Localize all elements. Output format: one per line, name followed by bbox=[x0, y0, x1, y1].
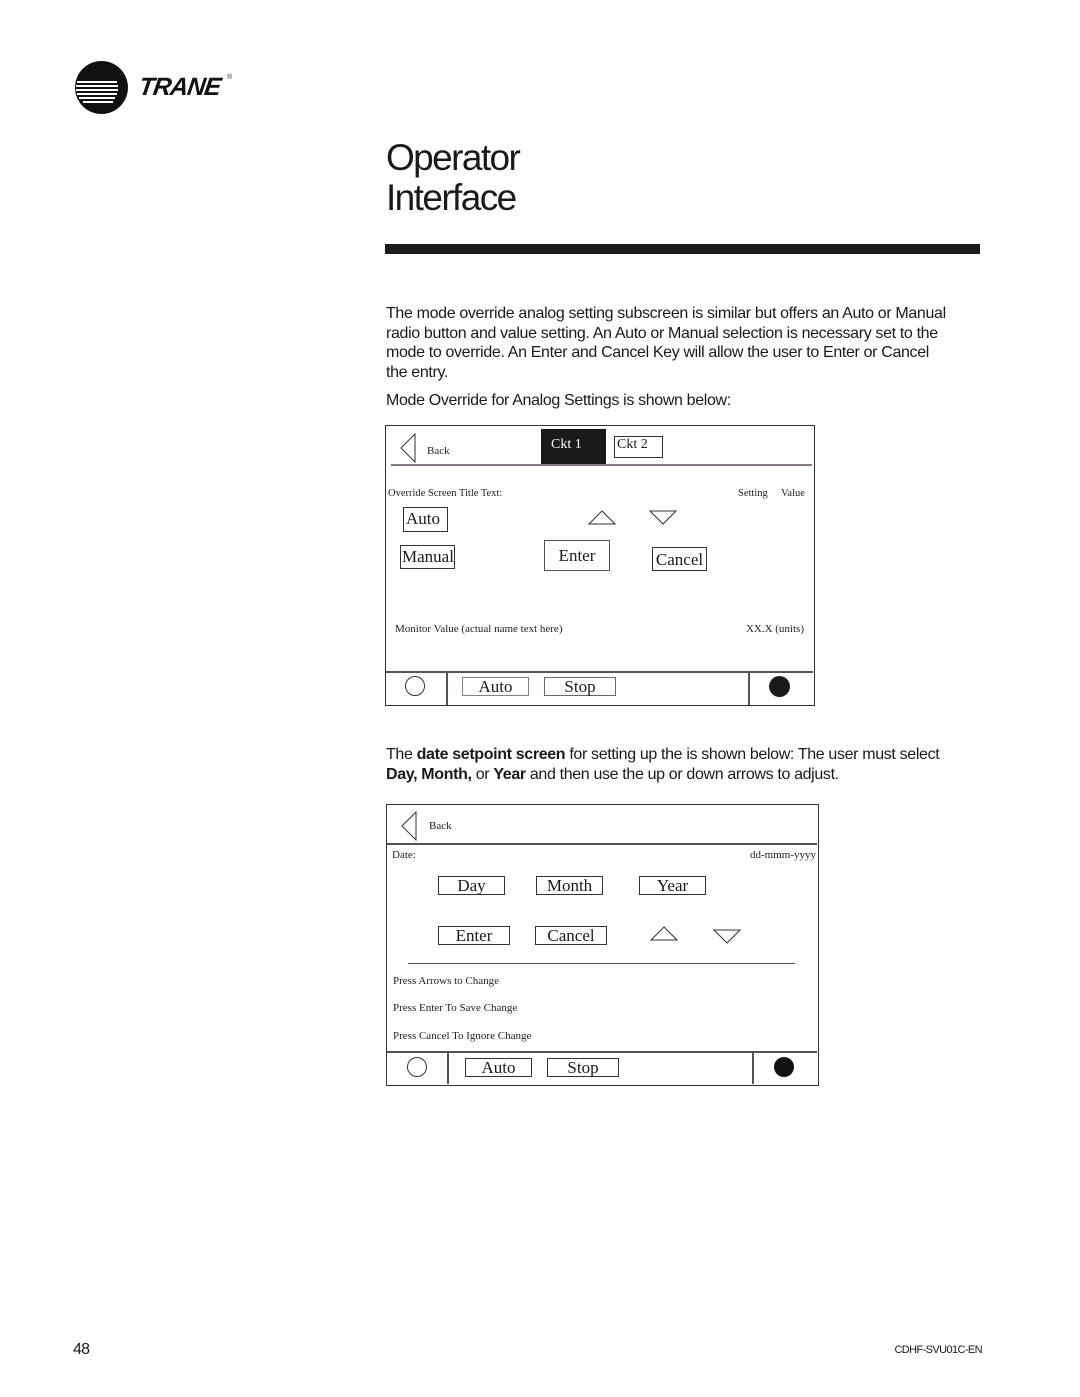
document-code: CDHF-SVU01C-EN bbox=[894, 1344, 982, 1356]
date-text-suffix: and then use the up or down arrows to ad… bbox=[525, 765, 839, 783]
date-text-bold-screen: date setpoint screen bbox=[416, 746, 566, 763]
auto-radio-button[interactable]: Auto bbox=[403, 507, 448, 532]
up-arrow-button[interactable] bbox=[588, 510, 616, 526]
tab-ckt2[interactable]: Ckt 2 bbox=[614, 436, 663, 458]
mode-override-screen: Back Ckt 1 Ckt 2 Override Screen Title T… bbox=[385, 425, 815, 706]
instruction-arrows: Press Arrows to Change bbox=[393, 975, 500, 987]
page-title-line1: Operator bbox=[386, 137, 521, 178]
date-label: Date: bbox=[392, 849, 416, 861]
date-section-paragraph: The date setpoint screen for setting up … bbox=[386, 745, 966, 784]
override-title: Override Screen Title Text: bbox=[388, 488, 503, 499]
back-label[interactable]: Back bbox=[427, 445, 450, 457]
down-arrow-icon bbox=[649, 510, 677, 525]
filled-circle-icon[interactable] bbox=[769, 676, 790, 697]
date-text-mid2: or bbox=[471, 765, 494, 783]
enter-button[interactable]: Enter bbox=[544, 540, 610, 571]
monitor-value: XX.X (units) bbox=[745, 623, 804, 635]
header-divider bbox=[387, 843, 817, 845]
cancel-button[interactable]: Cancel bbox=[535, 926, 607, 945]
up-arrow-icon bbox=[588, 510, 616, 525]
manual-radio-button[interactable]: Manual bbox=[400, 545, 455, 569]
setting-label: Setting bbox=[738, 488, 768, 499]
filled-circle-icon[interactable] bbox=[774, 1057, 794, 1077]
instruction-cancel: Press Cancel To Ignore Change bbox=[393, 1030, 532, 1042]
up-arrow-icon bbox=[650, 926, 678, 941]
footer-separator-right bbox=[748, 671, 750, 705]
footer-separator-left bbox=[447, 1051, 449, 1084]
date-text-prefix: The bbox=[386, 746, 417, 763]
footer-auto-button[interactable]: Auto bbox=[465, 1058, 532, 1077]
date-text-bold-daymonth: Day, Month, bbox=[386, 765, 472, 783]
empty-circle-icon[interactable] bbox=[405, 676, 425, 696]
empty-circle-icon[interactable] bbox=[407, 1057, 427, 1077]
down-arrow-button[interactable] bbox=[713, 929, 741, 945]
footer-separator-left bbox=[446, 671, 448, 705]
date-format: dd-mmm-yyyy bbox=[750, 849, 816, 861]
page-number: 48 bbox=[73, 1341, 90, 1358]
back-button[interactable] bbox=[400, 433, 416, 463]
tab-ckt1[interactable]: Ckt 1 bbox=[541, 429, 606, 465]
header-divider bbox=[391, 464, 812, 466]
brand-name: TRANE bbox=[137, 73, 223, 101]
intro-caption: Mode Override for Analog Settings is sho… bbox=[386, 392, 731, 409]
page-title: Operator Interface bbox=[386, 137, 521, 218]
cancel-button[interactable]: Cancel bbox=[652, 547, 707, 571]
value-label: Value bbox=[781, 488, 805, 499]
trane-circle-logo-icon bbox=[75, 61, 128, 114]
year-button[interactable]: Year bbox=[639, 876, 706, 895]
down-arrow-icon bbox=[713, 929, 741, 944]
date-setpoint-screen: Back Date: dd-mmm-yyyy Day Month Year En… bbox=[386, 804, 819, 1086]
date-text-bold-year: Year bbox=[493, 765, 526, 783]
title-divider bbox=[385, 244, 980, 254]
tab-ckt2-label: Ckt 2 bbox=[617, 437, 648, 452]
footer-stop-button[interactable]: Stop bbox=[544, 677, 616, 696]
footer-stop-button[interactable]: Stop bbox=[547, 1058, 619, 1077]
instruction-enter: Press Enter To Save Change bbox=[393, 1002, 518, 1014]
page-title-line2: Interface bbox=[386, 177, 517, 218]
enter-button[interactable]: Enter bbox=[438, 926, 510, 945]
back-triangle-icon bbox=[400, 433, 416, 463]
tab-ckt1-label: Ckt 1 bbox=[551, 437, 582, 452]
back-triangle-icon bbox=[401, 811, 417, 841]
back-button[interactable] bbox=[401, 811, 417, 841]
up-arrow-button[interactable] bbox=[650, 926, 678, 942]
footer-auto-button[interactable]: Auto bbox=[462, 677, 529, 696]
intro-paragraph: The mode override analog setting subscre… bbox=[386, 305, 946, 381]
monitor-value-label: Monitor Value (actual name text here) bbox=[395, 623, 563, 635]
date-text-mid1: for setting up the is shown below: The u… bbox=[565, 746, 940, 763]
day-button[interactable]: Day bbox=[438, 876, 505, 895]
back-label[interactable]: Back bbox=[429, 820, 452, 832]
instructions-divider bbox=[408, 963, 795, 965]
down-arrow-button[interactable] bbox=[649, 510, 677, 526]
registered-mark: ® bbox=[227, 74, 233, 81]
month-button[interactable]: Month bbox=[536, 876, 603, 895]
trane-logo: TRANE ® bbox=[75, 61, 245, 115]
footer-separator-right bbox=[752, 1051, 754, 1084]
